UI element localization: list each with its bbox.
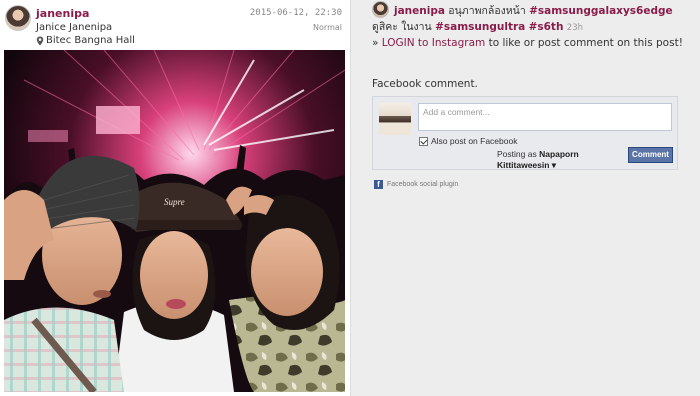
- facebook-icon: f: [374, 180, 383, 189]
- also-post-option[interactable]: Also post on Facebook: [419, 136, 517, 146]
- facebook-user-avatar: [379, 103, 411, 135]
- facebook-plugin-label: Facebook social plugin: [387, 181, 459, 188]
- posting-as: Posting as Napaporn Kittitaweesin ▾: [497, 149, 579, 171]
- post-photo[interactable]: Supre: [4, 50, 345, 392]
- user-avatar[interactable]: [5, 5, 31, 31]
- post-location-label: Bitec Bangna Hall: [46, 35, 135, 46]
- comment-button[interactable]: Comment: [628, 147, 673, 163]
- pin-icon: [36, 36, 44, 45]
- posting-as-label: Posting as: [497, 149, 537, 159]
- post-caption: janenipa อนุภาพกล้องหน้า #samsunggalaxys…: [372, 3, 682, 36]
- post-location[interactable]: Bitec Bangna Hall: [36, 35, 135, 46]
- login-suffix: to like or post comment on this post!: [485, 37, 683, 49]
- post-username-link[interactable]: janenipa: [36, 7, 89, 20]
- post-timestamp: 2015-06-12, 22:30: [249, 8, 342, 18]
- hashtag-s6th[interactable]: #s6th: [529, 21, 564, 33]
- caption-username[interactable]: janenipa: [394, 5, 445, 17]
- facebook-comment-box: Add a comment... Also post on Facebook P…: [372, 96, 678, 170]
- caption-text-pre: อนุภาพกล้องหน้า: [444, 5, 530, 17]
- posting-as-name-line2[interactable]: Kittitaweesin ▾: [497, 160, 556, 170]
- caption-age: 23h: [566, 23, 583, 33]
- caption-text-mid: ดูสิคะ ในงาน: [372, 21, 436, 33]
- also-post-label: Also post on Facebook: [431, 136, 518, 146]
- login-instagram-link[interactable]: LOGIN to Instagram: [382, 37, 485, 49]
- login-prefix: »: [372, 37, 382, 49]
- also-post-checkbox[interactable]: [419, 136, 428, 146]
- post-filter: Normal: [313, 23, 342, 32]
- hashtag-samsungultra[interactable]: #samsungultra: [435, 21, 525, 33]
- posting-as-name[interactable]: Napaporn: [539, 149, 579, 159]
- details-panel: janenipa อนุภาพกล้องหน้า #samsunggalaxys…: [352, 0, 700, 396]
- login-prompt: » LOGIN to Instagram to like or post com…: [372, 37, 683, 49]
- svg-text:Supre: Supre: [164, 197, 185, 207]
- concert-selfie-image: Supre: [4, 50, 345, 392]
- facebook-social-plugin[interactable]: f Facebook social plugin: [374, 180, 458, 189]
- facebook-comment-heading: Facebook comment.: [372, 78, 478, 90]
- post-panel: janenipa Janice Janenipa Bitec Bangna Ha…: [0, 0, 351, 396]
- facebook-comment-input[interactable]: Add a comment...: [418, 103, 672, 131]
- post-full-name: Janice Janenipa: [36, 22, 113, 33]
- hashtag-samsunggalaxys6edge[interactable]: #samsunggalaxys6edge: [529, 5, 673, 17]
